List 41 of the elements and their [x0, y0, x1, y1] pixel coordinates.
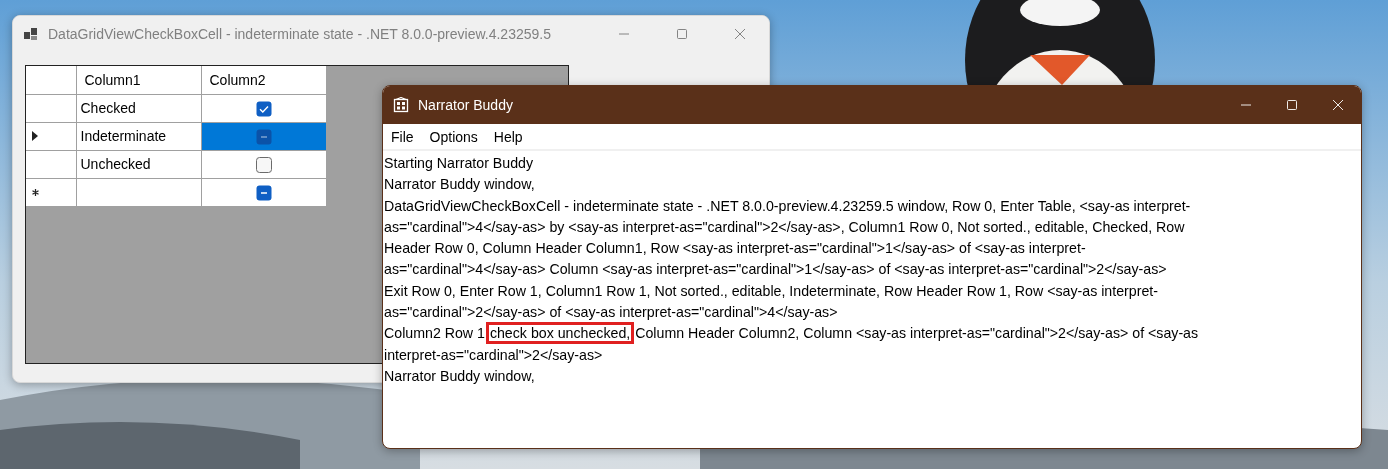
log-line: Column2 Row 1 check box unchecked, Column Header Column2, Column <say-as interpret-as="cardinal">2</say-as> of <say-as — [384, 323, 1361, 345]
checkbox[interactable] — [255, 128, 272, 145]
menu-item[interactable]: Options — [429, 128, 478, 145]
log-line: Narrator Buddy window, — [384, 175, 536, 195]
new-row-icon — [32, 188, 39, 196]
maximize-icon — [1287, 100, 1297, 110]
log-line: Header Row 0, Column Header Column1, Row <say-as interpret-as="cardinal">1</say-as> of <say-as interpret- — [384, 239, 1087, 259]
log-line: interpret-as="cardinal">2</say-as> — [384, 345, 604, 365]
window-title: DataGridViewCheckBoxCell - indeterminate state - .NET 8.0.0-preview.4.23259.5 — [48, 26, 552, 42]
log-line: DataGridViewCheckBoxCell - indeterminate state - .NET 8.0.0-preview.4.23259.5 window, Row 0, Enter Table, <say-as interpret- — [384, 196, 1192, 216]
table-cell[interactable] — [201, 94, 326, 122]
table-cell: Checked — [76, 94, 201, 122]
log-line: as="cardinal">4</say-as> Column <say-as interpret-as="cardinal">1</say-as> of <say-as interpret-as="cardinal">2</say-as> — [384, 260, 1168, 280]
row-header[interactable] — [26, 122, 76, 150]
log-line: Exit Row 0, Enter Row 1, Column1 Row 1, Not sorted., editable, Indeterminate, Row Header Row 1, Row <say-as interpret- — [384, 281, 1159, 301]
log-line: as="cardinal">4</say-as> by <say-as interpret-as="cardinal">2</say-as>, Column1 Row 0, Not sorted., editable, Checked, Row — [384, 217, 1186, 237]
row-header[interactable] — [26, 150, 76, 178]
log-line: as="cardinal">2</say-as> of <say-as interpret-as="cardinal">4</say-as> — [384, 303, 839, 323]
checkbox[interactable] — [255, 156, 272, 173]
maximize-icon — [677, 29, 687, 39]
window-title: Narrator Buddy — [418, 97, 514, 113]
log-line: Narrator Buddy window, — [384, 366, 536, 386]
column-header[interactable]: Column2 — [201, 66, 326, 94]
row-pointer-icon — [32, 131, 38, 141]
close-icon — [1333, 100, 1343, 110]
log-line: Starting Narrator Buddy — [384, 154, 535, 173]
menu-item[interactable]: File — [391, 128, 414, 145]
table-cell: Indeterminate — [76, 122, 201, 150]
app-icon — [393, 97, 409, 113]
app-icon — [23, 26, 39, 42]
table-cell[interactable] — [201, 178, 326, 206]
checkbox[interactable] — [255, 100, 272, 117]
row-header[interactable] — [26, 94, 76, 122]
close-icon — [735, 29, 745, 39]
table-cell[interactable] — [201, 150, 326, 178]
column-header[interactable]: Column1 — [76, 66, 201, 94]
row-header[interactable] — [26, 178, 76, 206]
menu-item[interactable]: Help — [493, 128, 523, 145]
table-cell: Unchecked — [76, 150, 201, 178]
table-cell[interactable] — [201, 122, 326, 150]
checkbox[interactable] — [255, 184, 272, 201]
